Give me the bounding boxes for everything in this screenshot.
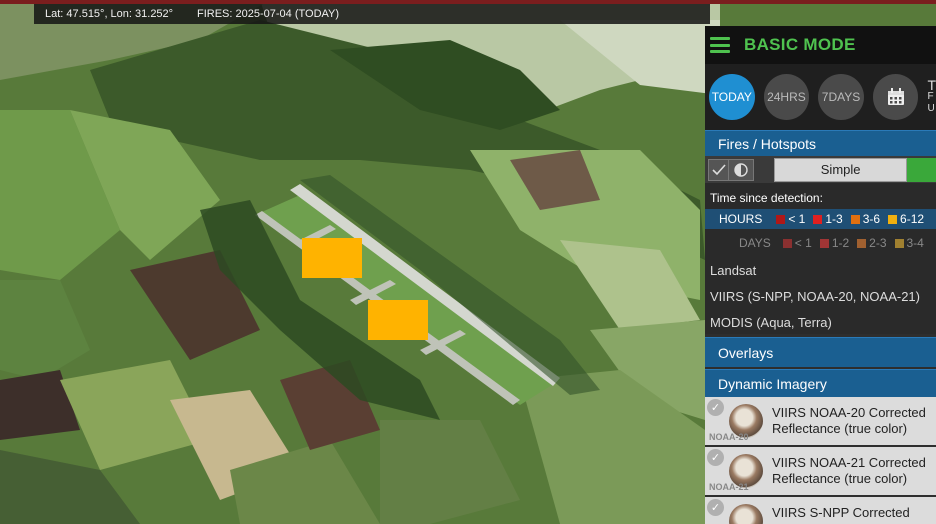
- legend-item: 1-2: [819, 236, 849, 250]
- imagery-item[interactable]: ✓ VIIRS S-NPP Corrected: [705, 497, 936, 524]
- hours-legend: HOURS < 1 1-3 3-6 6-12: [705, 209, 936, 229]
- time-filter-row: TODAY 24HRS 7DAYS T F U: [705, 64, 936, 130]
- legend-item: 3-4: [894, 236, 924, 250]
- dynamic-imagery-section[interactable]: Dynamic Imagery: [705, 369, 936, 397]
- display-mode-row: Simple: [705, 156, 936, 183]
- imagery-title: VIIRS NOAA-21 Corrected Reflectance (tru…: [772, 455, 926, 486]
- imagery-item[interactable]: ✓ NOAA-21 VIIRS NOAA-21 Corrected Reflec…: [705, 447, 936, 497]
- checkmark-icon: [711, 163, 726, 175]
- sensor-list: Landsat VIIRS (S-NPP, NOAA-20, NOAA-21) …: [705, 252, 936, 334]
- legend-item: < 1: [782, 236, 812, 250]
- check-circle-icon[interactable]: ✓: [707, 399, 724, 416]
- legend-item: 1-3: [813, 212, 843, 226]
- sensor-item[interactable]: VIIRS (S-NPP, NOAA-20, NOAA-21): [710, 284, 936, 310]
- time-since-detection-label: Time since detection:: [710, 191, 823, 205]
- legend-item: < 1: [776, 212, 805, 226]
- calendar-button[interactable]: [872, 74, 919, 120]
- imagery-badge: NOAA-20: [709, 432, 749, 442]
- check-toggle[interactable]: [708, 158, 730, 181]
- check-circle-icon[interactable]: ✓: [707, 499, 724, 516]
- overlays-section[interactable]: Overlays: [705, 337, 936, 367]
- legend-item: 2-3: [857, 236, 887, 250]
- 7days-button[interactable]: 7DAYS: [818, 74, 864, 120]
- imagery-title: VIIRS S-NPP Corrected: [772, 505, 910, 520]
- legend-item: 6-12: [888, 212, 924, 226]
- mode-title: BASIC MODE: [744, 35, 856, 54]
- fire-hotspot[interactable]: [302, 238, 362, 278]
- contrast-toggle[interactable]: [729, 158, 754, 181]
- panel-header: BASIC MODE: [705, 26, 936, 64]
- legend-item: 3-6: [850, 212, 880, 226]
- calendar-icon: [887, 88, 904, 105]
- imagery-thumbnail: [729, 504, 763, 524]
- today-button[interactable]: TODAY: [709, 74, 755, 120]
- coordinate-readout: Lat: 47.515°, Lon: 31.252°: [45, 8, 174, 20]
- check-circle-icon[interactable]: ✓: [707, 449, 724, 466]
- 24hrs-button[interactable]: 24HRS: [763, 74, 810, 120]
- sensor-item[interactable]: MODIS (Aqua, Terra): [710, 310, 936, 336]
- simple-mode-button[interactable]: Simple: [773, 157, 908, 182]
- hamburger-menu-icon[interactable]: [710, 37, 730, 53]
- imagery-badge: NOAA-21: [709, 482, 749, 492]
- status-bar: Lat: 47.515°, Lon: 31.252° FIRES: 2025-0…: [34, 4, 710, 24]
- days-legend: DAYS < 1 1-2 2-3 3-4: [739, 236, 924, 250]
- sensor-item[interactable]: Landsat: [710, 258, 936, 284]
- side-panel: BASIC MODE TODAY 24HRS 7DAYS T F U Fires…: [705, 26, 936, 524]
- detection-legend: Time since detection: HOURS < 1 1-3 3-6 …: [705, 183, 936, 334]
- imagery-item[interactable]: ✓ NOAA-20 VIIRS NOAA-20 Corrected Reflec…: [705, 397, 936, 447]
- calendar-label: T F U: [927, 77, 936, 114]
- advanced-mode-tab[interactable]: [907, 157, 936, 182]
- contrast-icon: [734, 162, 748, 177]
- imagery-title: VIIRS NOAA-20 Corrected Reflectance (tru…: [772, 405, 926, 436]
- fire-hotspot[interactable]: [368, 300, 428, 340]
- fires-hotspots-section[interactable]: Fires / Hotspots: [705, 130, 936, 156]
- fires-date-readout: FIRES: 2025-07-04 (TODAY): [197, 8, 340, 20]
